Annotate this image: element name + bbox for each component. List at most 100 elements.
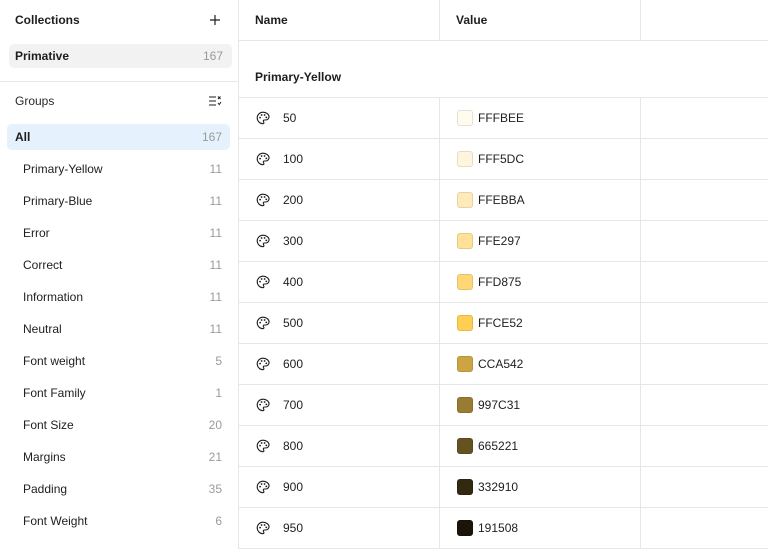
color-swatch[interactable] [457, 520, 473, 536]
variable-name: 600 [283, 357, 304, 371]
variable-value: FFE297 [478, 234, 521, 248]
group-item-label: Correct [23, 258, 63, 272]
table-row[interactable]: 300 FFE297 [239, 221, 768, 262]
variable-name-cell[interactable]: 600 [239, 344, 439, 384]
variable-name-cell[interactable]: 200 [239, 180, 439, 220]
group-item-neutral[interactable]: Neutral 11 [0, 313, 238, 345]
variable-name: 700 [283, 398, 304, 412]
variable-value-cell[interactable]: FFEBBA [440, 180, 640, 220]
group-item-label: Primary-Blue [23, 194, 93, 208]
color-swatch[interactable] [457, 397, 473, 413]
variable-value: 665221 [478, 439, 519, 453]
variable-name-cell[interactable]: 800 [239, 426, 439, 466]
collection-item-primative[interactable]: Primative 167 [9, 44, 232, 68]
variable-name: 50 [283, 111, 297, 125]
color-swatch[interactable] [457, 192, 473, 208]
variable-name-cell[interactable]: 950 [239, 508, 439, 548]
table-row[interactable]: 600 CCA542 [239, 344, 768, 385]
group-item-label: Margins [23, 450, 66, 464]
table-row[interactable]: 900 332910 [239, 467, 768, 508]
variable-name-cell[interactable]: 50 [239, 98, 439, 138]
filter-groups-button[interactable] [207, 93, 223, 109]
variable-name-cell[interactable]: 100 [239, 139, 439, 179]
column-divider [640, 98, 641, 549]
group-item-all[interactable]: All 167 [7, 124, 230, 150]
group-item-count: 1 [215, 386, 222, 400]
variable-name: 950 [283, 521, 304, 535]
table-row[interactable]: 700 997C31 [239, 385, 768, 426]
groups-title: Groups [15, 94, 55, 108]
group-item-label: Font Family [23, 386, 86, 400]
variable-name-cell[interactable]: 500 [239, 303, 439, 343]
group-item-font-weight[interactable]: Font weight 5 [0, 345, 238, 377]
group-item-error[interactable]: Error 11 [0, 217, 238, 249]
variable-value-cell[interactable]: 191508 [440, 508, 640, 548]
group-item-font-weight-2[interactable]: Font Weight 6 [0, 505, 238, 537]
group-item-font-size[interactable]: Font Size 20 [0, 409, 238, 441]
variable-name: 800 [283, 439, 304, 453]
group-item-count: 6 [215, 514, 222, 528]
variable-value-cell[interactable]: 665221 [440, 426, 640, 466]
table-row[interactable]: 100 FFF5DC [239, 139, 768, 180]
group-item-padding[interactable]: Padding 35 [0, 473, 238, 505]
group-item-count: 11 [209, 162, 222, 176]
list-filter-icon [209, 96, 222, 106]
column-divider [640, 0, 641, 41]
column-header-name[interactable]: Name [239, 0, 288, 40]
variable-value-cell[interactable]: 332910 [440, 467, 640, 507]
table-rows: 50 FFFBEE 100 FFF5DC 200 FFEBBA 300 FFE297 400 FF… [239, 98, 768, 549]
group-item-correct[interactable]: Correct 11 [0, 249, 238, 281]
variable-name-cell[interactable]: 300 [239, 221, 439, 261]
color-swatch[interactable] [457, 151, 473, 167]
collections-title: Collections [15, 13, 80, 27]
color-swatch[interactable] [457, 110, 473, 126]
palette-icon [256, 193, 270, 207]
color-swatch[interactable] [457, 233, 473, 249]
group-item-primary-blue[interactable]: Primary-Blue 11 [0, 185, 238, 217]
column-header-value[interactable]: Value [440, 0, 487, 40]
collection-item-label: Primative [15, 49, 70, 63]
color-swatch[interactable] [457, 479, 473, 495]
table-row[interactable]: 200 FFEBBA [239, 180, 768, 221]
variable-name-cell[interactable]: 700 [239, 385, 439, 425]
column-divider [439, 0, 440, 41]
variable-name: 200 [283, 193, 304, 207]
add-collection-button[interactable] [207, 12, 223, 28]
variable-name-cell[interactable]: 400 [239, 262, 439, 302]
variable-value: 332910 [478, 480, 519, 494]
group-item-font-family[interactable]: Font Family 1 [0, 377, 238, 409]
group-item-margins[interactable]: Margins 21 [0, 441, 238, 473]
table-row[interactable]: 500 FFCE52 [239, 303, 768, 344]
variable-value-cell[interactable]: FFCE52 [440, 303, 640, 343]
variable-value-cell[interactable]: FFFBEE [440, 98, 640, 138]
group-item-count: 21 [208, 450, 222, 464]
variable-value: FFEBBA [478, 193, 525, 207]
color-swatch[interactable] [457, 315, 473, 331]
variable-value-cell[interactable]: CCA542 [440, 344, 640, 384]
sidebar: Collections Primative 167 Groups All 167… [0, 0, 238, 549]
color-swatch[interactable] [457, 438, 473, 454]
group-item-count: 11 [209, 290, 222, 304]
color-swatch[interactable] [457, 356, 473, 372]
table-row[interactable]: 800 665221 [239, 426, 768, 467]
table-row[interactable]: 50 FFFBEE [239, 98, 768, 139]
group-item-label: Font weight [23, 354, 86, 368]
color-swatch[interactable] [457, 274, 473, 290]
variable-value-cell[interactable]: FFF5DC [440, 139, 640, 179]
variable-value-cell[interactable]: FFD875 [440, 262, 640, 302]
variable-name: 400 [283, 275, 304, 289]
table-row[interactable]: 950 191508 [239, 508, 768, 549]
group-item-label: Font Weight [23, 514, 88, 528]
group-item-label: Padding [23, 482, 68, 496]
palette-icon [256, 234, 270, 248]
group-item-primary-yellow[interactable]: Primary-Yellow 11 [0, 153, 238, 185]
variable-value-cell[interactable]: FFE297 [440, 221, 640, 261]
variable-name-cell[interactable]: 900 [239, 467, 439, 507]
group-item-count: 20 [208, 418, 222, 432]
palette-icon [256, 316, 270, 330]
variable-value-cell[interactable]: 997C31 [440, 385, 640, 425]
group-item-information[interactable]: Information 11 [0, 281, 238, 313]
group-item-count: 11 [209, 258, 222, 272]
variable-name: 500 [283, 316, 304, 330]
table-row[interactable]: 400 FFD875 [239, 262, 768, 303]
